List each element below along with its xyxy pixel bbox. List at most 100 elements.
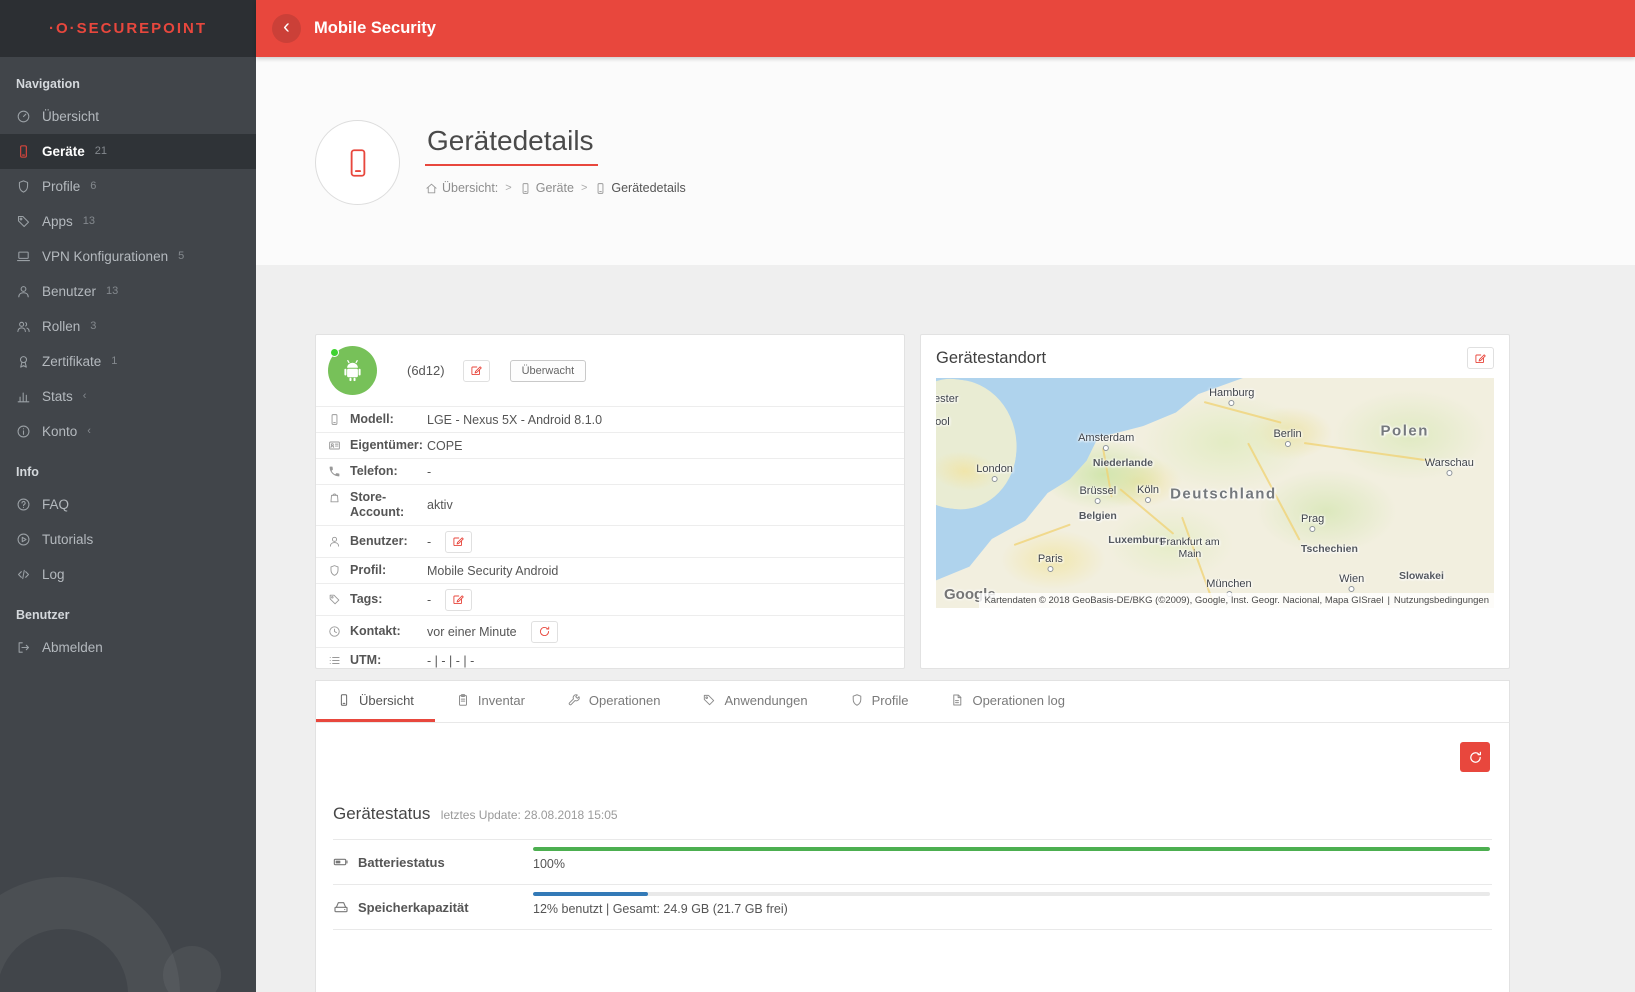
user-icon: [328, 535, 341, 548]
storage-value-cell: 12% benutzt | Gesamt: 24.9 GB (21.7 GB f…: [531, 885, 1492, 929]
pencil-icon: [470, 364, 483, 377]
breadcrumb-label: Übersicht:: [442, 181, 498, 195]
sidebar-item-log[interactable]: Log: [0, 557, 256, 592]
monitored-button[interactable]: Überwacht: [510, 360, 587, 382]
sidebar-item-label: Profile: [42, 180, 80, 194]
document-icon: [950, 693, 964, 707]
pencil-icon: [452, 593, 465, 606]
breadcrumb-label: Gerätedetails: [611, 181, 685, 195]
pencil-icon: [1474, 352, 1487, 365]
tag-icon: [16, 214, 31, 229]
sidebar-item-benutzer[interactable]: Benutzer 13: [0, 274, 256, 309]
gauge-icon: [16, 109, 31, 124]
phone-icon: [519, 182, 532, 195]
breadcrumb-geraete[interactable]: Geräte: [519, 181, 574, 195]
sidebar-item-profile[interactable]: Profile 6: [0, 169, 256, 204]
sidebar-item-faq[interactable]: FAQ: [0, 487, 256, 522]
back-button[interactable]: ‹: [272, 14, 301, 43]
refresh-contact-button[interactable]: [531, 621, 558, 643]
tab-uebersicht[interactable]: Übersicht: [316, 681, 435, 722]
device-row-kontakt: Kontakt: vor einer Minute: [316, 615, 904, 647]
tab-anwendungen[interactable]: Anwendungen: [681, 681, 828, 722]
topbar-title: Mobile Security: [314, 19, 436, 38]
pencil-icon: [452, 535, 465, 548]
info-icon: [16, 424, 31, 439]
device-location-card: Gerätestandort: [920, 334, 1510, 669]
battery-value-cell: 100%: [531, 840, 1492, 884]
tab-operationen[interactable]: Operationen: [546, 681, 682, 722]
device-tabs: Übersicht Inventar Operationen Anwendung…: [315, 680, 1510, 723]
row-value: vor einer Minute: [427, 625, 517, 639]
android-robot-icon: [339, 357, 366, 384]
sidebar-section-info: Info: [0, 449, 256, 487]
storage-value-text: 12% benutzt | Gesamt: 24.9 GB (21.7 GB f…: [533, 902, 1490, 916]
edit-user-button[interactable]: [445, 531, 472, 553]
chevron-left-icon: ‹: [283, 17, 290, 37]
sidebar-item-vpn-konfigurationen[interactable]: VPN Konfigurationen 5: [0, 239, 256, 274]
laptop-icon: [16, 249, 31, 264]
securepoint-logo[interactable]: ·O·SECUREPOINT: [0, 0, 256, 57]
list-icon: [328, 654, 341, 667]
sidebar-item-label: Übersicht: [42, 110, 99, 124]
row-label: Store-Account:: [350, 490, 427, 521]
sidebar-item-konto[interactable]: Konto ‹: [0, 414, 256, 449]
home-icon: [425, 182, 438, 195]
page-header-text: Gerätedetails Übersicht: > Geräte >: [425, 120, 686, 205]
map-attribution-separator: |: [1387, 595, 1389, 606]
row-value: - | - | - | -: [427, 654, 474, 668]
sidebar-item-abmelden[interactable]: Abmelden: [0, 630, 256, 665]
map-attribution-text: Kartendaten © 2018 GeoBasis-DE/BKG (©200…: [984, 595, 1383, 606]
edit-tags-button[interactable]: [445, 589, 472, 611]
battery-label: Batteriestatus: [358, 855, 445, 870]
refresh-icon: [538, 625, 551, 638]
users-icon: [16, 319, 31, 334]
status-heading: Gerätestatus: [333, 804, 430, 823]
tab-inventar[interactable]: Inventar: [435, 681, 546, 722]
sidebar-item-badge: 1: [111, 356, 117, 367]
sidebar-item-badge: 21: [95, 146, 107, 157]
map-attribution: Kartendaten © 2018 GeoBasis-DE/BKG (©200…: [979, 593, 1494, 608]
sidebar-item-geraete[interactable]: Geräte 21: [0, 134, 256, 169]
device-location-map[interactable]: chester pool Hamburg Berlin Polen Amster…: [936, 378, 1494, 608]
tab-operationen-log[interactable]: Operationen log: [929, 681, 1086, 722]
edit-device-name-button[interactable]: [463, 360, 490, 382]
tab-profile[interactable]: Profile: [829, 681, 930, 722]
shield-icon: [16, 179, 31, 194]
sidebar-item-apps[interactable]: Apps 13: [0, 204, 256, 239]
tab-label: Übersicht: [359, 693, 414, 708]
sidebar-item-tutorials[interactable]: Tutorials: [0, 522, 256, 557]
shield-icon: [850, 693, 864, 707]
sidebar-item-badge: 5: [178, 251, 184, 262]
wrench-icon: [567, 693, 581, 707]
storage-progress-track: [533, 892, 1490, 896]
edit-location-button[interactable]: [1467, 347, 1494, 369]
sidebar-item-uebersicht[interactable]: Übersicht: [0, 99, 256, 134]
battery-value-text: 100%: [533, 857, 1490, 871]
device-row-telefon: Telefon: -: [316, 458, 904, 484]
phone-icon: [328, 413, 341, 426]
sidebar-item-rollen[interactable]: Rollen 3: [0, 309, 256, 344]
tab-label: Operationen log: [972, 693, 1065, 708]
breadcrumb-uebersicht[interactable]: Übersicht:: [425, 181, 498, 195]
row-label: Profil:: [350, 563, 386, 579]
map-land-shape: [936, 378, 1494, 608]
sidebar-item-zertifikate[interactable]: Zertifikate 1: [0, 344, 256, 379]
refresh-status-button[interactable]: [1460, 742, 1490, 772]
device-summary-card: (6d12) Überwacht Modell: LGE - Nexus 5X …: [315, 334, 905, 669]
sidebar-item-badge: 3: [90, 321, 96, 332]
tab-label: Anwendungen: [724, 693, 807, 708]
id-card-icon: [328, 439, 341, 452]
row-label: Benutzer:: [350, 534, 408, 550]
play-circle-icon: [16, 532, 31, 547]
page-header: Gerätedetails Übersicht: > Geräte >: [256, 57, 1635, 265]
sidebar-item-label: VPN Konfigurationen: [42, 250, 168, 264]
map-terms-link[interactable]: Nutzungsbedingungen: [1394, 595, 1489, 606]
sidebar: ·O·SECUREPOINT Navigation Übersicht Gerä…: [0, 0, 256, 992]
breadcrumb-separator: >: [581, 182, 587, 194]
storage-label: Speicherkapazität: [358, 900, 469, 915]
sidebar-item-badge: 13: [106, 286, 118, 297]
sidebar-item-label: Tutorials: [42, 533, 93, 547]
row-label: Telefon:: [350, 464, 398, 480]
battery-progress-track: [533, 847, 1490, 851]
sidebar-item-stats[interactable]: Stats ‹: [0, 379, 256, 414]
